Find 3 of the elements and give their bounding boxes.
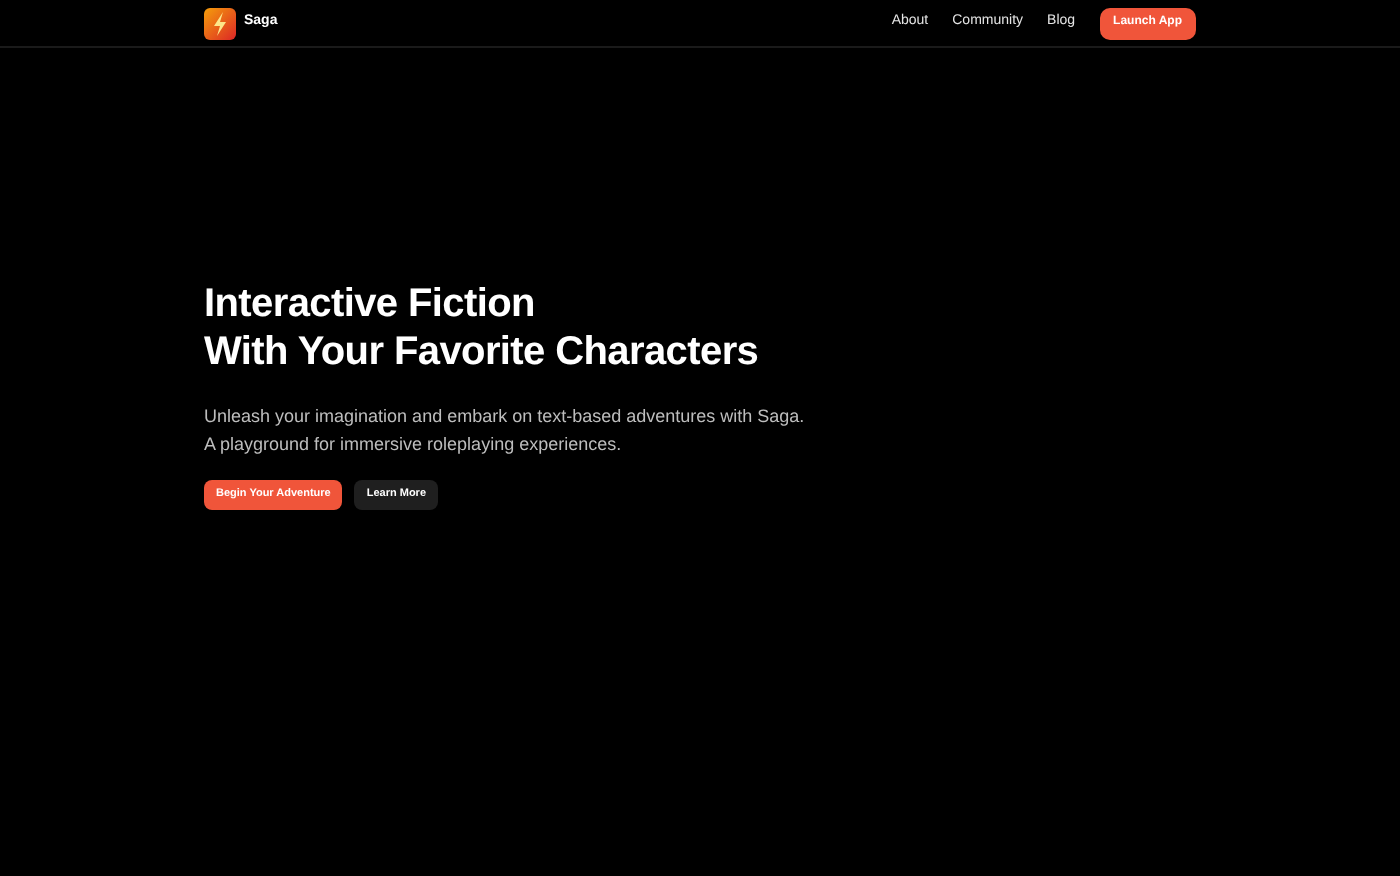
hero-title: Interactive Fiction With Your Favorite Characters (204, 280, 761, 376)
hero-description: Unleash your imagination and embark on text-based adventures with Saga. A playground for immersive roleplaying experiences. (204, 404, 807, 458)
lightning-logo-icon[interactable] (204, 7, 236, 39)
